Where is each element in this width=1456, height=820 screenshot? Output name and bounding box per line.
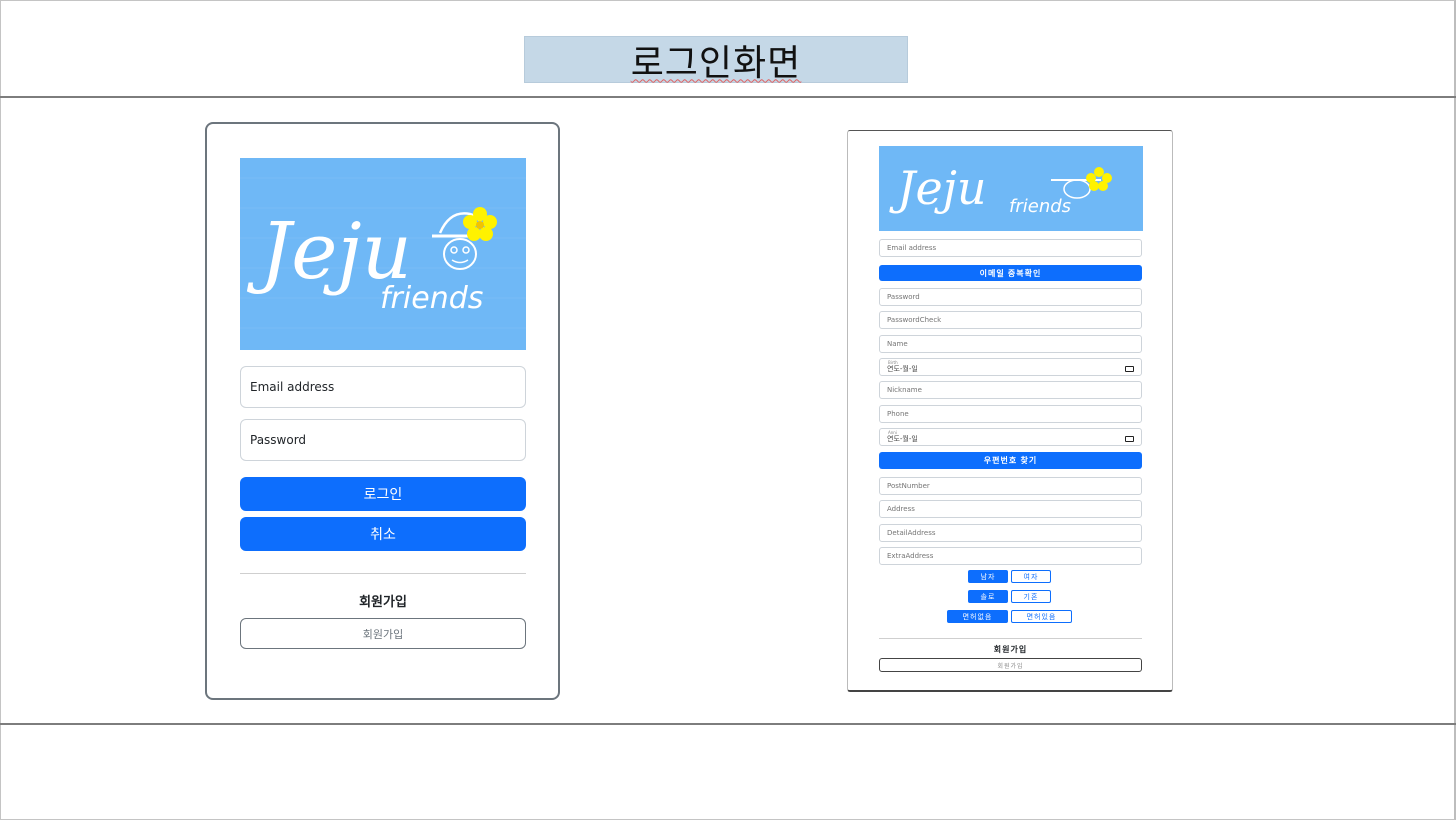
gender-female-button[interactable]: 여자 (1011, 570, 1051, 583)
top-divider (0, 96, 1456, 98)
signup-postnumber-input[interactable] (879, 477, 1142, 495)
signup-nickname-input[interactable] (879, 381, 1142, 399)
signup-join-heading: 회원가입 (993, 645, 1028, 654)
signup-divider (879, 638, 1142, 639)
postcode-search-button[interactable]: 우편번호 찾기 (879, 452, 1142, 469)
page-title-box: 로그인화면 (524, 36, 908, 84)
login-password-input[interactable] (240, 419, 526, 461)
join-button[interactable]: 회원가입 (240, 618, 526, 649)
license-none-button[interactable]: 면허없음 (947, 610, 1008, 623)
join-heading: 회원가입 (359, 595, 407, 610)
signup-detail-address-input[interactable] (879, 524, 1142, 542)
anni-date-input[interactable]: Anni 연도-월-일 (879, 428, 1142, 446)
mascot-icon (432, 212, 492, 270)
logo-word-friends: friends (380, 281, 483, 316)
logo-small-word-jeju: Jeju (889, 161, 987, 215)
calendar-icon[interactable] (1125, 365, 1134, 372)
signup-password-check-input[interactable] (879, 311, 1142, 329)
anni-label: Anni (888, 430, 897, 435)
signup-name-input[interactable] (879, 335, 1142, 353)
signup-password-input[interactable] (879, 288, 1142, 306)
calendar-icon[interactable] (1125, 435, 1134, 442)
birth-label: Birth (888, 360, 898, 365)
login-button[interactable]: 로그인 (240, 477, 526, 511)
marital-married-button[interactable]: 기혼 (1011, 590, 1051, 603)
marital-single-button[interactable]: 솔로 (968, 590, 1008, 603)
page-title: 로그인화면 (630, 42, 802, 84)
bottom-divider (0, 723, 1456, 725)
logo-small-word-friends: friends (1009, 196, 1071, 217)
birth-value: 연도-월-일 (887, 364, 918, 373)
anni-value: 연도-월-일 (887, 434, 918, 443)
signup-card: Jeju friends 이메일 중복확인 Birth 연도-월-일 Anni … (847, 130, 1173, 692)
cancel-button[interactable]: 취소 (240, 517, 526, 551)
signup-address-input[interactable] (879, 500, 1142, 518)
signup-phone-input[interactable] (879, 405, 1142, 423)
email-check-button[interactable]: 이메일 중복확인 (879, 265, 1142, 281)
login-email-input[interactable] (240, 366, 526, 408)
license-has-button[interactable]: 면허있음 (1011, 610, 1072, 623)
login-divider (240, 573, 526, 574)
login-card: Jeju friends 로그인 취소 회원가입 회원가입 (205, 122, 560, 700)
birth-date-input[interactable]: Birth 연도-월-일 (879, 358, 1142, 376)
jeju-friends-logo: Jeju friends (240, 158, 526, 350)
flower-icon (463, 207, 497, 241)
jeju-friends-logo-small: Jeju friends (879, 146, 1143, 231)
signup-email-input[interactable] (879, 239, 1142, 257)
signup-join-button[interactable]: 회원가입 (879, 658, 1142, 672)
signup-extra-address-input[interactable] (879, 547, 1142, 565)
gender-male-button[interactable]: 남자 (968, 570, 1008, 583)
